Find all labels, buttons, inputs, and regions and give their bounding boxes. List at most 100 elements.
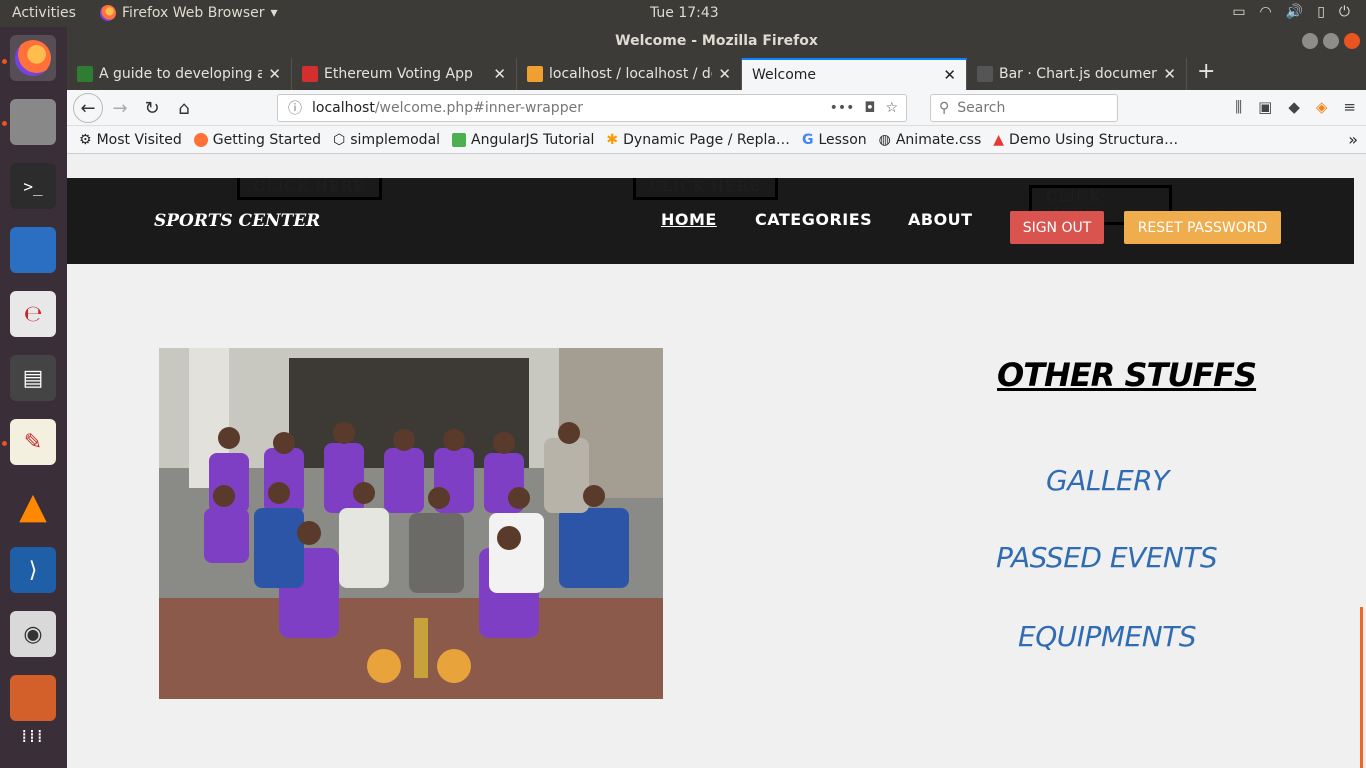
library-icon[interactable]: ⫼ [1235,98,1242,116]
chevron-right-icon[interactable]: » [1348,130,1358,149]
activities-button[interactable]: Activities [12,5,76,21]
running-indicator [2,441,7,446]
info-icon[interactable]: ⓘ [288,98,302,118]
bookmark-demo-structura[interactable]: ▲ Demo Using Structura… [993,132,1178,148]
back-button[interactable]: ← [73,93,103,123]
team-photo-image [159,348,663,699]
battery-icon[interactable]: ▯ [1317,4,1325,20]
search-icon: ⚲ [939,100,950,116]
close-icon[interactable]: ✕ [1163,65,1176,83]
firefox-icon [193,132,208,147]
launcher-dock: >_ ℮ ▤ ✎ ▲ ⟩ ◉ ⁞⁞⁞ [0,27,67,768]
click-here-button[interactable]: CLICK HERE [237,178,383,200]
text-editor-launcher-icon[interactable]: ✎ [10,419,56,465]
url-bar[interactable]: ⓘ localhost/welcome.php#inner-wrapper ••… [277,94,907,122]
maximize-button[interactable] [1323,33,1339,49]
bookmarks-toolbar: ⚙ Most Visited Getting Started ⬡ simplemod… [67,126,1366,154]
app-menu[interactable]: Firefox Web Browser ▾ [100,5,278,21]
pocket-icon[interactable]: ◘ [864,100,875,116]
files-launcher-icon[interactable] [10,99,56,145]
wifi-icon[interactable]: ◠ [1260,4,1272,20]
tab-label: Ethereum Voting App [324,66,473,82]
vlc-launcher-icon[interactable]: ▲ [10,483,56,529]
tab-label: Welcome [752,67,817,83]
search-bar[interactable]: ⚲ Search [930,94,1118,122]
menu-icon[interactable]: ≡ [1343,98,1356,116]
power-icon[interactable]: ⏻ [1339,4,1350,20]
firefox-icon [100,5,116,21]
nav-categories[interactable]: CATEGORIES [755,210,872,229]
close-window-button[interactable] [1344,33,1360,49]
close-icon[interactable]: ✕ [718,65,731,83]
sidebar-icon[interactable]: ▣ [1258,98,1272,116]
chevron-down-icon: ▾ [270,5,278,21]
volume-icon[interactable]: 🔊 [1286,4,1303,20]
scrollbar[interactable] [1360,607,1363,768]
display-icon[interactable]: ▭ [1232,4,1245,20]
globe-icon: ◍ [878,131,891,148]
bookmark-label: simplemodal [350,131,441,148]
url-path: /welcome.php#inner-wrapper [374,100,583,116]
toolbar-icons: ⫼ ▣ ◆ ◈ ≡ [1235,98,1356,116]
minimize-button[interactable] [1302,33,1318,49]
system-tray[interactable]: ▭ ◠ 🔊 ▯ ⏻ [1232,4,1350,20]
close-icon[interactable]: ✕ [943,66,956,84]
web-page: CLICK HERE CLICK HERE CLICK HERE SPORTS … [67,178,1354,768]
reset-password-button[interactable]: RESET PASSWORD [1124,211,1281,244]
bookmark-animate-css[interactable]: ◍ Animate.css [879,132,982,148]
running-indicator [2,121,7,126]
nav-home[interactable]: HOME [661,210,717,229]
forward-button[interactable]: → [107,95,133,121]
app-grid-icon[interactable]: ⁞⁞⁞ [10,713,56,759]
passed-events-link[interactable]: PASSED EVENTS [996,541,1218,574]
navigation-toolbar: ← → ↻ ⌂ ⓘ localhost/welcome.php#inner-wr… [67,90,1366,126]
google-icon: G [801,131,814,148]
tab-strip: A guide to developing an ✕ Ethereum Voti… [67,55,1366,90]
new-tab-button[interactable]: + [1197,59,1215,84]
sign-out-button[interactable]: SIGN OUT [1010,211,1104,244]
vscode-launcher-icon[interactable]: ⟩ [10,547,56,593]
reader-launcher-icon[interactable]: ℮ [10,291,56,337]
tab-chartjs[interactable]: Bar · Chart.js documenta ✕ [967,58,1187,90]
metamask-icon[interactable]: ◈ [1316,98,1328,116]
bookmark-lesson[interactable]: G Lesson [802,132,867,148]
tab-welcome[interactable]: Welcome ✕ [742,58,967,90]
bookmark-angularjs[interactable]: AngularJS Tutorial [452,132,594,148]
tab-favicon-icon [77,66,93,82]
firefox-launcher-icon[interactable] [10,35,56,81]
tab-favicon-icon [527,66,543,82]
search-placeholder: Search [957,100,1006,116]
page-actions-icon[interactable]: ••• [830,100,855,116]
team-photo [159,348,663,699]
tab-guide[interactable]: A guide to developing an ✕ [67,58,292,90]
tab-label: localhost / localhost / de [549,66,713,82]
video-editor-launcher-icon[interactable]: ▤ [10,355,56,401]
gear-icon: ⚙ [79,131,92,148]
nav-about[interactable]: ABOUT [908,210,973,229]
bookmark-most-visited[interactable]: ⚙ Most Visited [79,132,182,148]
tab-label: A guide to developing an [99,66,263,82]
writer-launcher-icon[interactable] [10,227,56,273]
bookmark-simplemodal[interactable]: ⬡ simplemodal [333,132,440,148]
home-button[interactable]: ⌂ [171,95,197,121]
speaker-launcher-icon[interactable]: ◉ [10,611,56,657]
terminal-launcher-icon[interactable]: >_ [10,163,56,209]
close-icon[interactable]: ✕ [493,65,506,83]
click-here-button[interactable]: CLICK HERE [633,178,779,200]
cube-icon: ⬡ [333,131,346,148]
extension-icon[interactable]: ◆ [1288,98,1300,116]
close-icon[interactable]: ✕ [268,65,281,83]
bookmark-getting-started[interactable]: Getting Started [193,132,321,148]
equipments-link[interactable]: EQUIPMENTS [1018,620,1197,653]
url-actions: ••• ◘ ☆ [830,100,906,116]
tab-ethereum[interactable]: Ethereum Voting App ✕ [292,58,517,90]
clock[interactable]: Tue 17:43 [650,5,719,21]
site-brand[interactable]: SPORTS CENTER [154,211,320,231]
bookmark-dynamic-page[interactable]: ✱ Dynamic Page / Repla… [606,132,790,148]
bookmark-star-icon[interactable]: ☆ [885,100,898,116]
tab-phpmyadmin[interactable]: localhost / localhost / de ✕ [517,58,742,90]
reload-button[interactable]: ↻ [139,95,165,121]
tab-favicon-icon [977,66,993,82]
gallery-link[interactable]: GALLERY [1046,464,1169,497]
drive-icon: ▲ [993,131,1005,148]
